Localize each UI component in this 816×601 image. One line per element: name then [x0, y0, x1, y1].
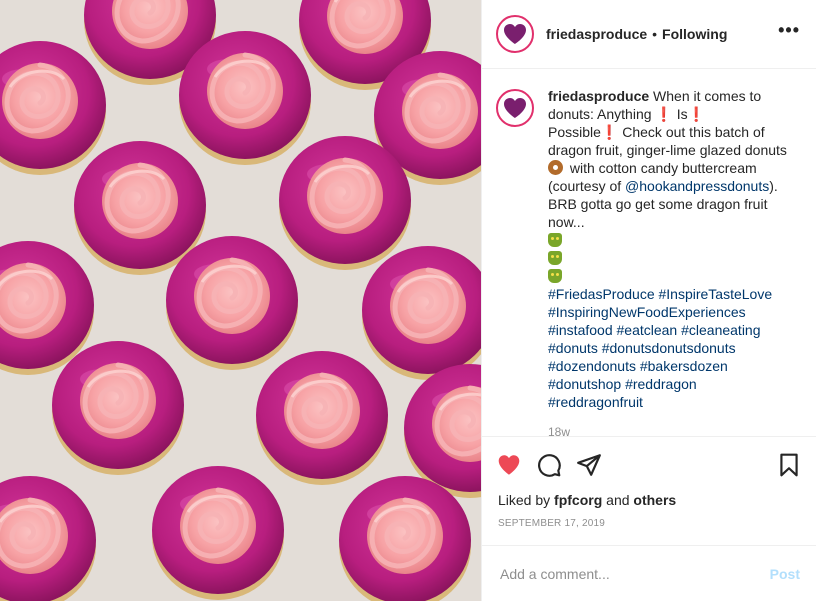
- comments-area: friedasproduce When it comes to donuts: …: [482, 69, 816, 436]
- likes-others-link[interactable]: others: [633, 492, 676, 508]
- dragon-icon: [548, 267, 800, 285]
- dragon-icon: [548, 231, 800, 249]
- dragon-icon: [548, 249, 800, 267]
- caption-username[interactable]: friedasproduce: [548, 88, 649, 104]
- hashtag-line[interactable]: #reddragonfruit: [548, 393, 800, 411]
- profile-avatar[interactable]: [496, 15, 534, 54]
- more-icon[interactable]: •••: [778, 21, 800, 43]
- caption-text: friedasproduce When it comes to donuts: …: [548, 87, 800, 411]
- comment-icon[interactable]: [536, 452, 562, 478]
- hashtag-line[interactable]: #instafood #eatclean #cleaneating: [548, 321, 800, 339]
- post-panel: friedasproduce • Following ••• friedaspr…: [481, 0, 816, 601]
- mention-link[interactable]: @hookandpressdonuts: [625, 178, 769, 194]
- add-comment-bar: Post: [482, 545, 816, 601]
- hashtag-line[interactable]: #donutshop #reddragon: [548, 375, 800, 393]
- heart-logo-icon: [504, 24, 526, 45]
- post: friedasproduce • Following ••• friedaspr…: [0, 0, 816, 601]
- liked-by-user[interactable]: fpfcorg: [554, 492, 602, 508]
- post-photo[interactable]: [0, 0, 481, 601]
- exclamation-icon: ❗: [687, 106, 706, 123]
- post-header: friedasproduce • Following •••: [482, 0, 816, 70]
- heart-icon[interactable]: [496, 452, 522, 478]
- post-date: SEPTEMBER 17, 2019: [498, 517, 605, 529]
- share-icon[interactable]: [576, 452, 602, 478]
- donuts-image: [0, 0, 481, 601]
- caption-time[interactable]: 18w: [548, 425, 800, 436]
- donut-icon: [548, 160, 563, 176]
- header-separator: •: [652, 26, 658, 43]
- caption: friedasproduce When it comes to donuts: …: [496, 87, 800, 411]
- caption-avatar[interactable]: [496, 89, 534, 128]
- heart-logo-icon: [504, 98, 526, 119]
- action-bar: [482, 436, 816, 492]
- likes-summary: Liked by fpfcorg and others: [498, 491, 677, 508]
- hashtag-line[interactable]: #donuts #donutsdonutsdonuts: [548, 339, 800, 357]
- post-comment-button[interactable]: Post: [770, 566, 800, 582]
- bookmark-icon[interactable]: [776, 452, 802, 478]
- header-username[interactable]: friedasproduce: [546, 26, 647, 42]
- hashtag-line[interactable]: #dozendonuts #bakersdozen: [548, 357, 800, 375]
- comment-input[interactable]: [498, 564, 770, 583]
- hashtag-line[interactable]: #FriedasProduce #InspireTasteLove: [548, 285, 800, 303]
- following-button[interactable]: Following: [662, 26, 727, 42]
- hashtag-line[interactable]: #InspiringNewFoodExperiences: [548, 303, 800, 321]
- exclamation-icon: ❗: [600, 124, 619, 141]
- exclamation-icon: ❗: [655, 106, 673, 123]
